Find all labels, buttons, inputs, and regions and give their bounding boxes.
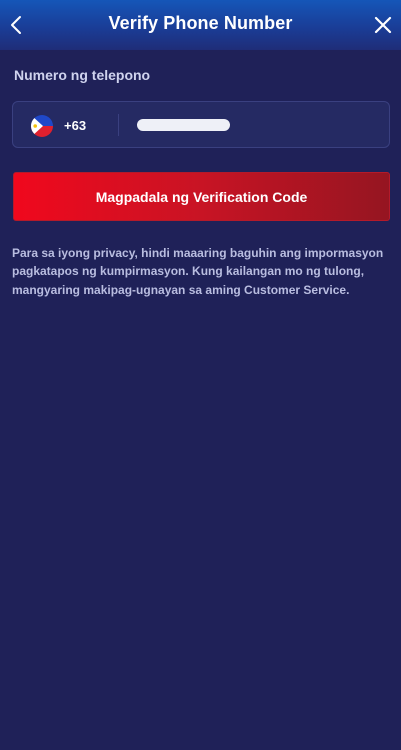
privacy-notice: Para sa iyong privacy, hindi maaaring ba… — [12, 246, 384, 297]
send-verification-code-button[interactable]: Magpadala ng Verification Code — [13, 172, 390, 221]
close-icon — [374, 16, 392, 34]
phone-number-label: Numero ng telepono — [14, 67, 151, 83]
close-button[interactable] — [371, 13, 395, 37]
page-title: Verify Phone Number — [108, 13, 293, 33]
field-divider — [118, 114, 119, 136]
phone-number-field: +63 — [12, 101, 390, 148]
philippines-flag-icon[interactable] — [31, 115, 53, 137]
country-dial-code[interactable]: +63 — [64, 118, 86, 133]
phone-number-input[interactable] — [137, 119, 230, 131]
top-bar: Verify Phone Number — [0, 0, 401, 50]
